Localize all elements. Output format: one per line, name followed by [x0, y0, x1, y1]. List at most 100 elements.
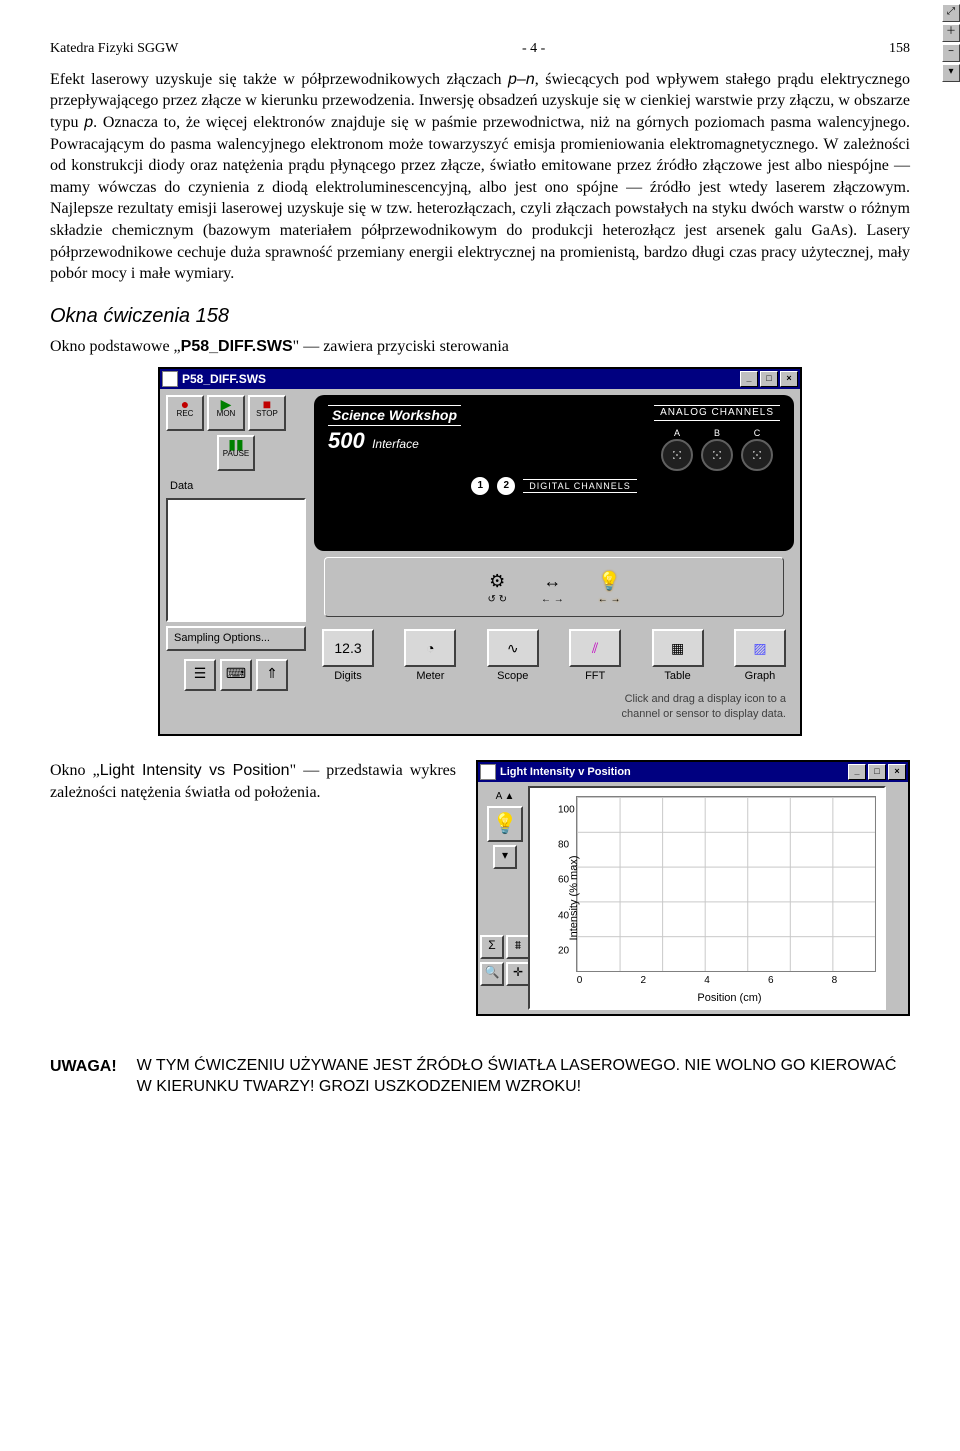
app-icon — [480, 764, 496, 780]
calc-button[interactable]: ⌨ — [220, 659, 252, 691]
sigma-button[interactable]: Σ — [480, 935, 504, 959]
notes-button[interactable]: ☰ — [184, 659, 216, 691]
subline-text: Okno podstawowe „ — [50, 338, 181, 355]
x-axis-label: Position (cm) — [697, 991, 761, 1006]
titlebar[interactable]: P58_DIFF.SWS _ □ × — [160, 369, 800, 389]
plot-area[interactable]: Intensity (% max) 100 80 60 40 20 0 2 4 … — [528, 786, 886, 1010]
left-panel: ●REC ▶MON ■STOP ▮▮PAUSE Data Sampling Op… — [166, 395, 306, 728]
header-center: - 4 - — [522, 40, 545, 59]
header-left: Katedra Fizyki SGGW — [50, 40, 178, 59]
digital-2[interactable]: 2 — [497, 477, 515, 495]
digital-label: DIGITAL CHANNELS — [523, 479, 637, 493]
mon-button[interactable]: ▶MON — [207, 395, 245, 431]
subline: Okno podstawowe „P58_DIFF.SWS" — zawiera… — [50, 336, 910, 358]
pause-row: ▮▮PAUSE — [166, 435, 306, 471]
app-icon — [162, 371, 178, 387]
y-tick: 40 — [558, 909, 569, 923]
light-sensor-icon[interactable]: 💡 — [487, 806, 523, 842]
light-sensor-icon[interactable]: 💡← → — [598, 569, 621, 607]
graph-label: Graph — [745, 669, 776, 684]
linear-sensor-icon[interactable]: ↔← → — [541, 569, 564, 607]
close-button[interactable]: × — [888, 764, 906, 780]
pause-button[interactable]: ▮▮PAUSE — [217, 435, 255, 471]
y-axis-menu-button[interactable]: ▾ — [942, 64, 960, 82]
graph-display[interactable]: ▨ Graph — [730, 629, 790, 684]
control-row: ●REC ▶MON ■STOP — [166, 395, 306, 431]
brand-interface: Interface — [372, 437, 419, 451]
hint-text: Click and drag a display icon to a chann… — [314, 690, 794, 728]
digital-section: 1 2 DIGITAL CHANNELS — [328, 477, 780, 495]
warning-message: W TYM ĆWICZENIU UŻYWANE JEST ŹRÓDŁO ŚWIA… — [137, 1056, 910, 1098]
display-row: 12.3Digits ◔ Meter ∿ Scope ⫽FFT ▦Table ▨ Gr… — [314, 623, 794, 684]
digital-1[interactable]: 1 — [471, 477, 489, 495]
data-list[interactable] — [166, 498, 306, 622]
para-text: . Oznacza to, że więcej elektronów znajd… — [50, 114, 910, 282]
p58-window: P58_DIFF.SWS _ □ × ●REC ▶MON ■STOP ▮▮PAU… — [158, 367, 802, 736]
minimize-button[interactable]: _ — [848, 764, 866, 780]
maximize-button[interactable]: □ — [868, 764, 886, 780]
x-tick: 2 — [640, 974, 646, 988]
table-display[interactable]: ▦Table — [648, 629, 708, 684]
cursor-button[interactable]: ✛ — [506, 962, 530, 986]
y-tick: 100 — [558, 803, 575, 817]
scope-display[interactable]: ∿ Scope — [483, 629, 543, 684]
channel-a-label: A ▲ — [496, 790, 515, 804]
fft-icon: ⫽ — [569, 629, 621, 667]
window-buttons: _ □ × — [848, 764, 906, 780]
channel-a[interactable]: A — [661, 425, 693, 471]
x-tick: 4 — [704, 974, 710, 988]
pause-label: PAUSE — [223, 449, 250, 458]
interface-500: Science Workshop 500 Interface ANALOG CH… — [314, 395, 794, 551]
para-text: Efekt laserowy uzyskuje się także w półp… — [50, 71, 508, 88]
int-left-panel: A ▲ 💡 ▾ Σ ⩩ 🔍 ✛ — [482, 786, 528, 1010]
scope-icon: ∿ — [487, 629, 539, 667]
meter-label: Meter — [416, 669, 444, 684]
tool-row: ☰ ⌨ ⇑ — [166, 659, 306, 691]
rec-button[interactable]: ●REC — [166, 395, 204, 431]
stats-button[interactable]: ⩩ — [506, 935, 530, 959]
brand-science-workshop: Science Workshop — [328, 405, 461, 426]
titlebar[interactable]: Light Intensity v Position _ □ × — [478, 762, 908, 782]
autoscale-button[interactable]: ⤢ — [942, 4, 960, 22]
y-tick: 80 — [558, 838, 569, 852]
scope-label: Scope — [497, 669, 528, 684]
input-menu-button[interactable]: ▾ — [493, 845, 517, 869]
minimize-button[interactable]: _ — [740, 371, 758, 387]
file-name: P58_DIFF.SWS — [181, 338, 293, 355]
y-tick: 60 — [558, 874, 569, 888]
plug-button[interactable]: ⇑ — [256, 659, 288, 691]
intensity-section: Okno „Light Intensity vs Position" — prz… — [50, 760, 910, 1016]
sampling-options-button[interactable]: Sampling Options... — [166, 626, 306, 651]
maximize-button[interactable]: □ — [760, 371, 778, 387]
graph-icon: ▨ — [734, 629, 786, 667]
intensity-body: A ▲ 💡 ▾ Σ ⩩ 🔍 ✛ Intensity (% max) 100 80… — [478, 782, 908, 1014]
y-zoom-in-button[interactable]: ＋ — [942, 24, 960, 42]
sensor-strip: ⚙↺ ↻ ↔← → 💡← → — [324, 557, 784, 617]
subline-text: " — zawiera przyciski sterowania — [293, 338, 509, 355]
y-zoom-out-button[interactable]: − — [942, 44, 960, 62]
page-header: Katedra Fizyki SGGW - 4 - 158 — [50, 40, 910, 59]
fft-display[interactable]: ⫽FFT — [565, 629, 625, 684]
plot-grid — [576, 796, 876, 972]
stop-button[interactable]: ■STOP — [248, 395, 286, 431]
analog-label: ANALOG CHANNELS — [654, 405, 780, 421]
digits-icon: 12.3 — [322, 629, 374, 667]
plug-icon — [661, 439, 693, 471]
channel-b[interactable]: B — [701, 425, 733, 471]
digits-display[interactable]: 12.3Digits — [318, 629, 378, 684]
meter-icon: ◔ — [404, 629, 456, 667]
rotary-sensor-icon[interactable]: ⚙↺ ↻ — [487, 569, 507, 607]
y-axis-label: Intensity (% max) — [567, 855, 582, 940]
brand-500: 500 — [328, 428, 365, 453]
y-tick: 20 — [558, 944, 569, 958]
brand: Science Workshop 500 Interface — [328, 405, 461, 456]
meter-display[interactable]: ◔ Meter — [400, 629, 460, 684]
x-tick: 6 — [768, 974, 774, 988]
table-label: Table — [664, 669, 690, 684]
right-panel: Science Workshop 500 Interface ANALOG CH… — [314, 395, 794, 728]
plug-icon — [701, 439, 733, 471]
close-button[interactable]: × — [780, 371, 798, 387]
channel-c[interactable]: C — [741, 425, 773, 471]
zoom-button[interactable]: 🔍 — [480, 962, 504, 986]
analog-section: ANALOG CHANNELS A B C — [654, 405, 780, 471]
